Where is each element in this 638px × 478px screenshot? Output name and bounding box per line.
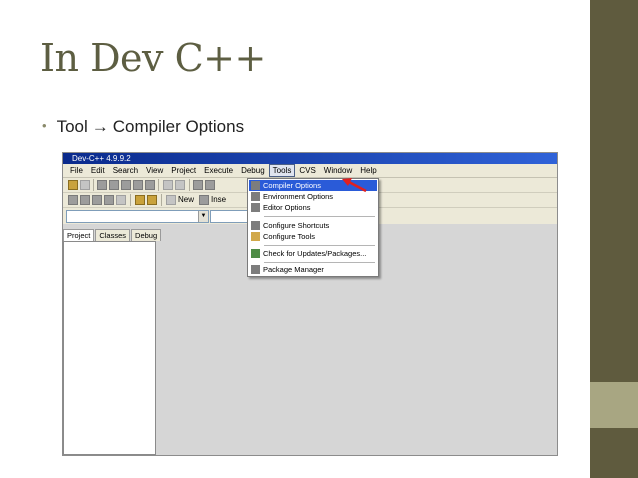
compiler-options-icon <box>251 181 260 190</box>
toolbar-separator <box>189 179 190 191</box>
toolbar-separator <box>161 194 162 206</box>
save-all-icon[interactable] <box>109 180 119 190</box>
class-combobox[interactable]: ▼ <box>66 210 209 223</box>
insert-icon[interactable] <box>199 195 209 205</box>
menu-item-editor-options[interactable]: Editor Options <box>249 202 377 213</box>
rebuild-icon[interactable] <box>104 195 114 205</box>
panel-tabs: Project Classes Debug <box>63 229 162 241</box>
menu-item-label: Configure Shortcuts <box>263 221 330 230</box>
toolbar-separator <box>93 179 94 191</box>
menu-cvs[interactable]: CVS <box>295 165 319 176</box>
find-icon[interactable] <box>193 180 203 190</box>
replace-icon[interactable] <box>205 180 215 190</box>
insert-button[interactable]: Inse <box>211 195 226 205</box>
close-file-icon[interactable] <box>121 180 131 190</box>
save-icon[interactable] <box>97 180 107 190</box>
bullet-prefix: Tool <box>56 117 88 136</box>
new-button[interactable]: New <box>178 195 194 205</box>
menu-separator <box>264 216 375 217</box>
print-setup-icon[interactable] <box>145 180 155 190</box>
environment-options-icon <box>251 192 260 201</box>
menu-help[interactable]: Help <box>356 165 380 176</box>
menu-item-configure-tools[interactable]: Configure Tools <box>249 231 377 242</box>
tab-project[interactable]: Project <box>63 229 95 241</box>
tab-classes[interactable]: Classes <box>95 229 131 241</box>
toolbar-separator <box>130 194 131 206</box>
open-file-icon[interactable] <box>80 180 90 190</box>
tab-debug[interactable]: Debug <box>131 229 162 241</box>
open-project-icon[interactable] <box>68 180 78 190</box>
menu-project[interactable]: Project <box>167 165 200 176</box>
menu-execute[interactable]: Execute <box>200 165 237 176</box>
project-browser-pane[interactable] <box>63 241 156 455</box>
configure-tools-icon <box>251 232 260 241</box>
package-manager-icon <box>251 265 260 274</box>
menu-item-label: Editor Options <box>263 203 311 212</box>
menu-separator <box>264 245 375 246</box>
menu-item-check-updates[interactable]: Check for Updates/Packages... <box>249 248 377 259</box>
editor-options-icon <box>251 203 260 212</box>
print-icon[interactable] <box>133 180 143 190</box>
toolbar-separator <box>158 179 159 191</box>
menu-item-label: Environment Options <box>263 192 334 201</box>
new-file-icon[interactable] <box>166 195 176 205</box>
menu-item-package-manager[interactable]: Package Manager <box>249 264 377 275</box>
window-title: Dev-C++ 4.9.9.2 <box>72 154 131 163</box>
menu-separator <box>264 262 375 263</box>
slide-title: In Dev C++ <box>40 36 266 80</box>
member-combobox[interactable] <box>210 210 252 223</box>
decorative-side-band <box>590 382 638 428</box>
menu-item-label: Compiler Options <box>263 181 321 190</box>
menu-item-configure-shortcuts[interactable]: Configure Shortcuts <box>249 220 377 231</box>
devcpp-window-screenshot: Dev-C++ 4.9.9.2 File Edit Search View Pr… <box>62 152 558 456</box>
menu-bar: File Edit Search View Project Execute De… <box>63 164 557 178</box>
menu-file[interactable]: File <box>66 165 87 176</box>
undo-icon[interactable] <box>163 180 173 190</box>
menu-item-label: Check for Updates/Packages... <box>263 249 367 258</box>
right-arrow-icon: → <box>91 117 109 136</box>
bullet-suffix: Compiler Options <box>112 117 245 136</box>
compile-run-icon[interactable] <box>92 195 102 205</box>
window-titlebar: Dev-C++ 4.9.9.2 <box>63 153 557 164</box>
menu-window[interactable]: Window <box>320 165 356 176</box>
help-icon[interactable] <box>135 195 145 205</box>
menu-search[interactable]: Search <box>109 165 142 176</box>
check-updates-icon <box>251 249 260 258</box>
compile-icon[interactable] <box>68 195 78 205</box>
menu-item-label: Package Manager <box>263 265 324 274</box>
about-icon[interactable] <box>147 195 157 205</box>
dropdown-arrow-icon[interactable]: ▼ <box>198 211 208 222</box>
bullet-point: • Tool → Compiler Options <box>42 117 244 137</box>
menu-tools[interactable]: Tools <box>268 164 296 177</box>
menu-edit[interactable]: Edit <box>87 165 109 176</box>
red-arrow-icon <box>342 178 367 193</box>
menu-item-label: Configure Tools <box>263 232 315 241</box>
menu-debug[interactable]: Debug <box>237 165 269 176</box>
bullet-dot-icon: • <box>42 118 47 133</box>
check-icon[interactable] <box>116 195 126 205</box>
menu-view[interactable]: View <box>142 165 167 176</box>
run-icon[interactable] <box>80 195 90 205</box>
redo-icon[interactable] <box>175 180 185 190</box>
configure-shortcuts-icon <box>251 221 260 230</box>
